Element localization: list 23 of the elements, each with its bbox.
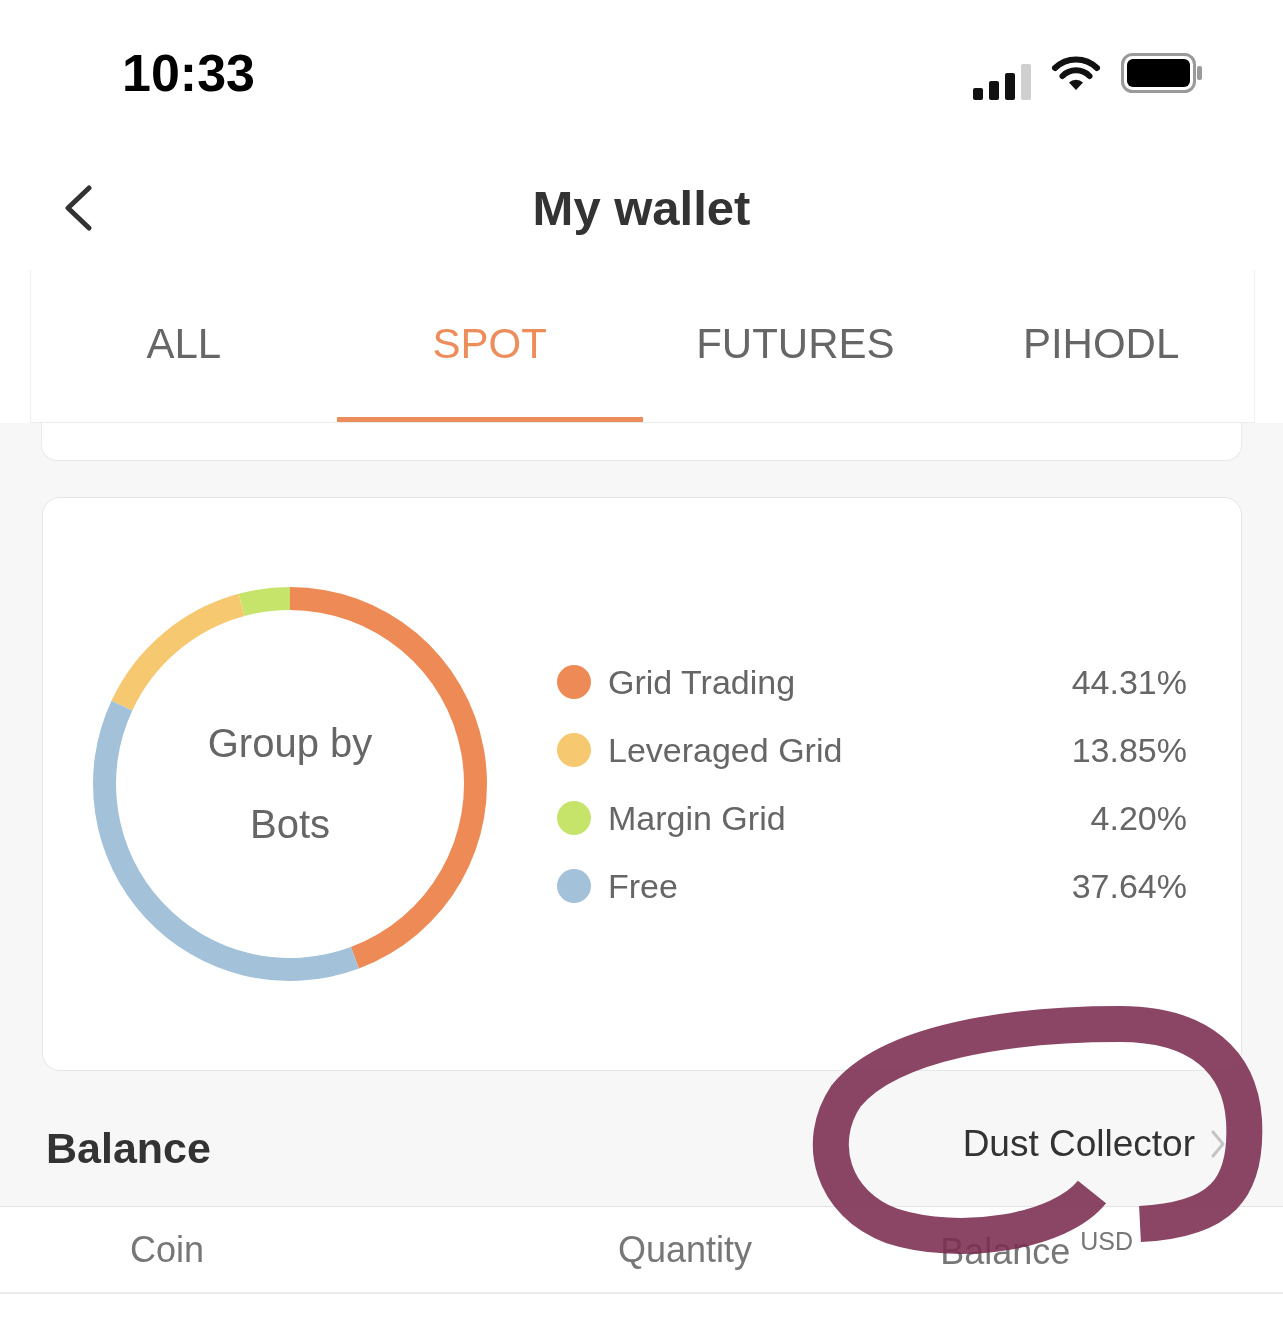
signal-icon [973,64,1031,100]
legend-value: 4.20% [1090,798,1187,838]
section-title: Balance [46,1124,211,1173]
page-title: My wallet [532,180,751,236]
battery-icon [1121,53,1203,93]
chevron-right-icon [1211,1129,1225,1158]
legend-value: 13.85% [1071,730,1187,770]
legend-label: Margin Grid [608,798,786,838]
column-header: Quantity [618,1228,753,1271]
dust-collector-link[interactable]: Dust Collector [962,1122,1225,1165]
legend-label: Free [608,866,678,906]
legend-value: 37.64% [1071,866,1187,906]
tab[interactable]: ALL [31,270,337,422]
wifi-icon [1051,55,1101,91]
legend-label: Leveraged Grid [608,730,843,770]
status-time: 10:33 [122,43,255,103]
legend-value: 44.31% [1071,662,1187,702]
tab[interactable]: PIHODL [948,270,1254,422]
tab[interactable]: FUTURES [642,270,949,422]
chevron-left-icon [63,185,93,231]
legend-label: Grid Trading [608,662,796,702]
column-header: Coin [130,1228,205,1271]
chart-center-label: Group by Bots [206,720,374,848]
